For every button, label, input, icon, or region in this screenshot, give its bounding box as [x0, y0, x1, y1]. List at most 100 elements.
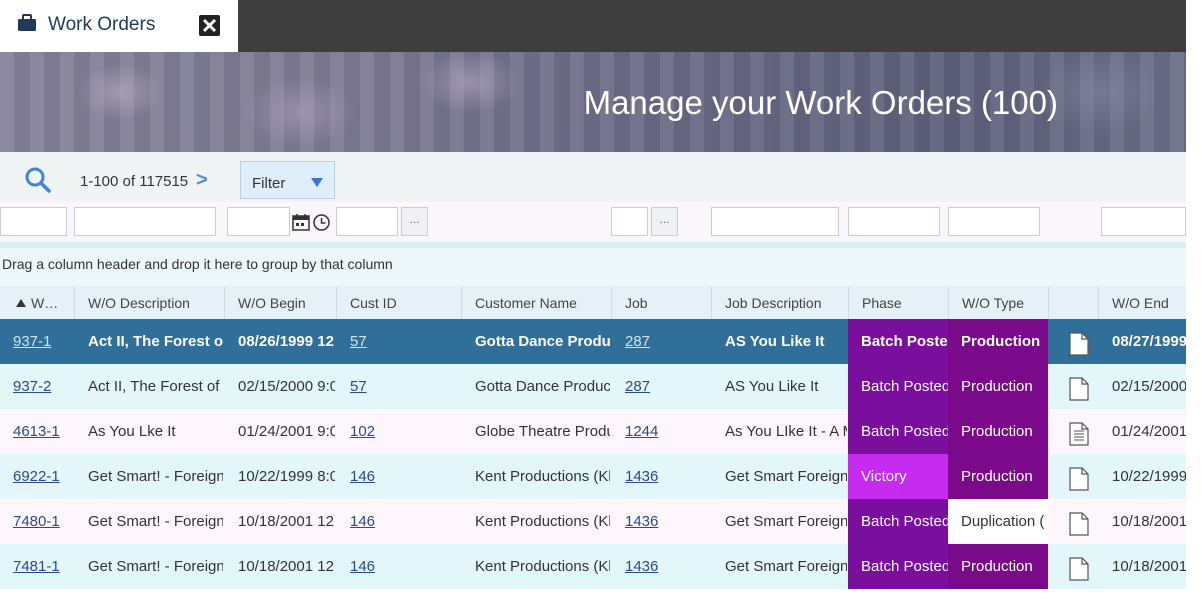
- cell-wo-begin: 02/15/2000 9:0: [238, 378, 335, 395]
- table-row[interactable]: 4613-1 As You Lke It 01/24/2001 9:0 102 Glob…: [0, 409, 1186, 454]
- document-icon[interactable]: [1069, 377, 1089, 406]
- column-header-description[interactable]: W/O Description: [74, 286, 224, 320]
- cell-job-number[interactable]: 1436: [612, 454, 710, 499]
- pager-range: 1-100 of 117515: [80, 173, 189, 190]
- filter-input-phase[interactable]: [848, 207, 940, 236]
- briefcase-icon: [17, 14, 37, 37]
- cell-wo-begin: 01/24/2001 9:0: [238, 423, 335, 440]
- group-panel-hint: Drag a column header and drop it here to…: [2, 256, 393, 272]
- column-header-cust-id[interactable]: Cust ID: [336, 286, 461, 320]
- cell-wo-number[interactable]: 6922-1: [0, 454, 74, 499]
- column-header-job[interactable]: Job: [611, 286, 711, 320]
- tab-work-orders[interactable]: Work Orders: [0, 0, 238, 52]
- cell-wo-begin: 10/18/2001 12: [238, 558, 334, 575]
- document-lines-icon[interactable]: [1069, 422, 1089, 451]
- cell-wo-description: Get Smart! - Foreign: [88, 513, 223, 530]
- filter-input-end[interactable]: [1101, 207, 1186, 236]
- document-icon[interactable]: [1069, 557, 1089, 586]
- cell-wo-begin: 08/26/1999 12:: [238, 333, 335, 350]
- filter-more-button[interactable]: ...: [651, 207, 678, 236]
- cell-wo-number[interactable]: 7481-1: [0, 544, 74, 589]
- grid-toolbar: 1-100 of 117515 > Filter: [0, 152, 1186, 202]
- table-row[interactable]: 7481-1 Get Smart! - Foreign 10/18/2001 12 1…: [0, 544, 1186, 589]
- cell-wo-number[interactable]: 937-2: [0, 364, 74, 409]
- document-icon[interactable]: [1069, 467, 1089, 496]
- cell-wo-description: Get Smart! - Foreign: [88, 558, 223, 575]
- cell-cust-id[interactable]: 146: [337, 499, 459, 544]
- clock-icon[interactable]: [312, 213, 331, 237]
- cell-cust-id[interactable]: 146: [337, 454, 459, 499]
- chevron-down-icon: [311, 178, 323, 187]
- cell-cust-id[interactable]: 57: [337, 364, 459, 409]
- cell-cust-id[interactable]: 57: [337, 319, 459, 364]
- cell-wo-type: Production: [948, 409, 1048, 454]
- cell-wo-number[interactable]: 4613-1: [0, 409, 74, 454]
- cell-job-description: As You LIke It - A M: [725, 423, 847, 440]
- cell-wo-description: Get Smart! - Foreign: [88, 468, 223, 485]
- filter-input-job-description[interactable]: [711, 207, 839, 236]
- filter-input-wo-type[interactable]: [948, 207, 1040, 236]
- cell-job-number[interactable]: 1436: [612, 544, 710, 589]
- column-header-wo-type[interactable]: W/O Type: [948, 286, 1048, 320]
- cell-wo-number[interactable]: 937-1: [0, 319, 74, 364]
- cell-wo-end: 08/27/1999: [1112, 333, 1186, 350]
- cell-job-number[interactable]: 287: [612, 319, 710, 364]
- cell-customer-name: Kent Productions (Kl: [475, 513, 610, 530]
- cell-cust-id[interactable]: 146: [337, 544, 459, 589]
- cell-wo-end: 02/15/2000: [1112, 378, 1186, 395]
- table-row[interactable]: 937-2 Act II, The Forest of 02/15/2000 9:0…: [0, 364, 1186, 409]
- column-header-attachment[interactable]: [1048, 286, 1098, 320]
- table-row[interactable]: 937-1 Act II, The Forest of 08/26/1999 12:…: [0, 319, 1186, 364]
- cell-wo-begin: 10/22/1999 8:0: [238, 468, 335, 485]
- torn-edge-bottom: [0, 596, 1202, 611]
- cell-wo-description: Act II, The Forest of: [88, 333, 223, 350]
- filter-more-button[interactable]: ...: [401, 207, 428, 236]
- search-icon[interactable]: [24, 166, 52, 199]
- column-header-job-description[interactable]: Job Description: [711, 286, 848, 320]
- filter-input-begin[interactable]: [227, 207, 290, 236]
- cell-cust-id[interactable]: 102: [337, 409, 459, 454]
- filter-input-wo[interactable]: [0, 207, 67, 236]
- column-header-customer-name[interactable]: Customer Name: [461, 286, 611, 320]
- filter-label: Filter: [252, 175, 286, 192]
- column-header-end[interactable]: W/O End: [1098, 286, 1186, 320]
- grid-header: W… W/O Description W/O Begin Cust ID Cus…: [0, 286, 1186, 320]
- cell-phase: Batch Posted: [848, 364, 948, 409]
- cell-job-description: AS You Like It: [725, 378, 819, 395]
- tab-title: Work Orders: [48, 14, 156, 35]
- group-panel[interactable]: Drag a column header and drop it here to…: [0, 242, 1186, 286]
- cell-job-number[interactable]: 1244: [612, 409, 710, 454]
- tab-bar: Work Orders: [0, 0, 1186, 52]
- cell-job-number[interactable]: 1436: [612, 499, 710, 544]
- cell-customer-name: Kent Productions (Kl: [475, 468, 610, 485]
- cell-job-description: AS You Like It: [725, 333, 825, 350]
- filter-input-description[interactable]: [74, 207, 216, 236]
- cell-wo-end: 10/18/2001: [1112, 558, 1186, 575]
- cell-phase: Batch Posted: [848, 544, 948, 589]
- table-row[interactable]: 6922-1 Get Smart! - Foreign 10/22/1999 8:0…: [0, 454, 1186, 499]
- filter-input-job[interactable]: [611, 207, 648, 236]
- next-page-button[interactable]: >: [196, 169, 208, 192]
- cell-wo-end: 01/24/2001: [1112, 423, 1186, 440]
- cell-wo-description: As You Lke It: [88, 423, 176, 440]
- column-header-phase[interactable]: Phase: [848, 286, 948, 320]
- document-icon[interactable]: [1069, 512, 1089, 541]
- cell-job-description: Get Smart Foreign: [725, 513, 847, 530]
- torn-edge-right: [1186, 0, 1202, 611]
- cell-wo-description: Act II, The Forest of: [88, 378, 220, 395]
- cell-wo-number[interactable]: 7480-1: [0, 499, 74, 544]
- calendar-icon[interactable]: [291, 212, 311, 237]
- close-icon[interactable]: [199, 15, 220, 36]
- document-icon[interactable]: [1069, 332, 1089, 361]
- filter-input-cust-id[interactable]: [336, 207, 398, 236]
- cell-wo-end: 10/18/2001: [1112, 513, 1186, 530]
- column-header-wo[interactable]: W…: [0, 286, 74, 320]
- column-header-begin[interactable]: W/O Begin: [224, 286, 336, 320]
- cell-wo-type: Production: [948, 319, 1048, 364]
- table-row[interactable]: 7480-1 Get Smart! - Foreign 10/18/2001 12 1…: [0, 499, 1186, 544]
- cell-job-number[interactable]: 287: [612, 364, 710, 409]
- cell-wo-end: 10/22/1999: [1112, 468, 1186, 485]
- sort-ascending-icon: [16, 299, 26, 307]
- filter-dropdown[interactable]: Filter: [240, 161, 335, 199]
- cell-job-description: Get Smart Foreign: [725, 558, 847, 575]
